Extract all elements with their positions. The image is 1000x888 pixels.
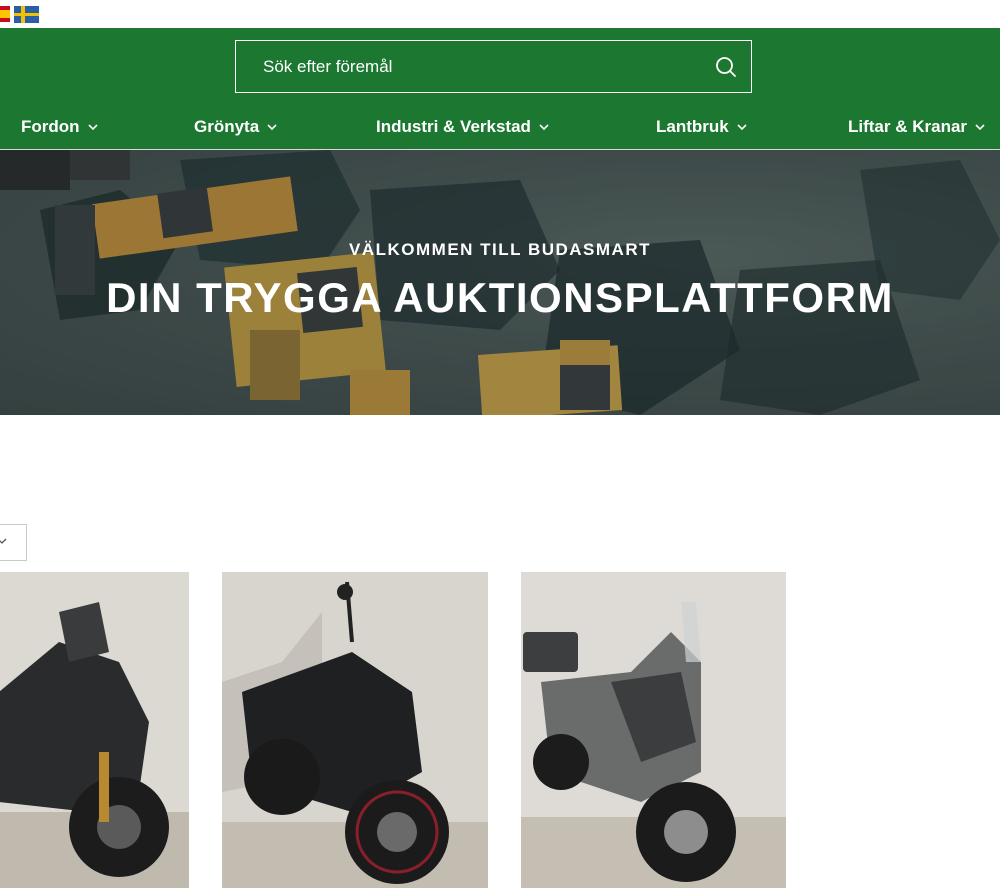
flag-spain-icon[interactable] xyxy=(0,6,10,22)
language-bar xyxy=(0,0,1000,28)
nav-item-liftar-kranar[interactable]: Liftar & Kranar xyxy=(848,114,986,140)
chevron-down-icon xyxy=(539,124,549,131)
search-button[interactable] xyxy=(711,52,741,82)
auction-item-card[interactable] xyxy=(222,572,488,888)
chevron-down-icon xyxy=(267,124,277,131)
search-input[interactable] xyxy=(236,41,696,92)
nav-item-lantbruk[interactable]: Lantbruk xyxy=(656,114,748,140)
chevron-down-icon xyxy=(87,124,98,131)
nav-item-label: Fordon xyxy=(21,117,80,136)
nav-item-fordon[interactable]: Fordon xyxy=(21,114,99,140)
nav-item-label: Liftar & Kranar xyxy=(848,117,968,136)
sort-dropdown[interactable] xyxy=(0,524,27,561)
adventure-scooter-image xyxy=(521,572,786,888)
main-nav: Fordon Grönyta Industri & Verkstad Lantb… xyxy=(0,104,1000,148)
nav-item-gronyta[interactable]: Grönyta xyxy=(194,114,278,140)
nav-item-label: Lantbruk xyxy=(656,117,729,136)
nav-item-label: Industri & Verkstad xyxy=(376,117,531,136)
nav-item-label: Grönyta xyxy=(194,117,260,136)
flag-sweden-icon[interactable] xyxy=(14,6,39,23)
chevron-down-icon xyxy=(737,124,747,131)
site-header: Fordon Grönyta Industri & Verkstad Lantb… xyxy=(0,28,1000,150)
hero-banner: VÄLKOMMEN TILL BUDASMART DIN TRYGGA AUKT… xyxy=(0,150,1000,415)
hero-subtitle: VÄLKOMMEN TILL BUDASMART xyxy=(349,240,651,259)
search-icon xyxy=(716,57,736,77)
chevron-down-icon xyxy=(975,124,985,131)
nav-item-industri-verkstad[interactable]: Industri & Verkstad xyxy=(376,114,550,140)
auction-item-card[interactable] xyxy=(521,572,786,888)
search-box xyxy=(235,40,752,93)
chevron-down-icon xyxy=(0,538,7,544)
scooter-image xyxy=(0,572,189,888)
motorcycle-image xyxy=(222,572,488,888)
auction-item-card[interactable] xyxy=(0,572,189,888)
hero-title: DIN TRYGGA AUKTIONSPLATTFORM xyxy=(106,274,894,321)
